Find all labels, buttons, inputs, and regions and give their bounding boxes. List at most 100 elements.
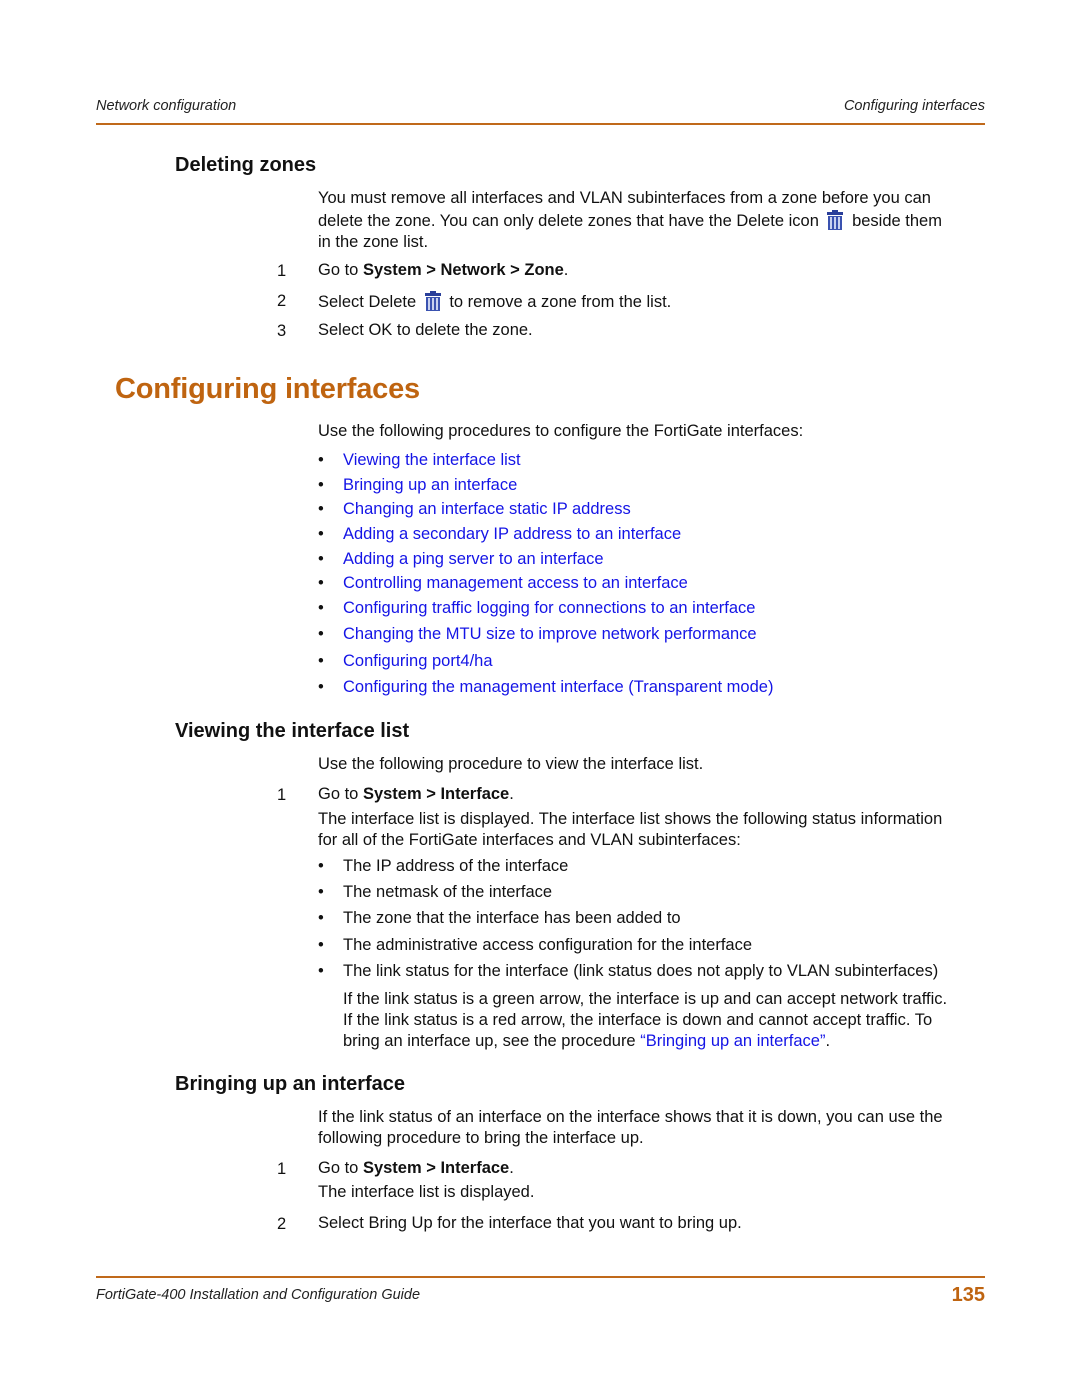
viewing-description: The interface list is displayed. The int…: [318, 809, 942, 851]
bullet-icon: •: [318, 525, 324, 543]
step-number: 3: [277, 322, 287, 340]
status-item: • The zone that the interface has been ad…: [318, 909, 681, 928]
intro-line: delete the zone. You can only delete zon…: [318, 209, 942, 232]
status-item: • The link status for the interface (link…: [318, 962, 938, 981]
bullet-icon: •: [318, 599, 324, 617]
link-controlling-management-access[interactable]: Controlling management access to an inte…: [343, 574, 688, 592]
step-select-bring-up: Select Bring Up for the interface that y…: [318, 1214, 742, 1232]
link-configuring-traffic-logging[interactable]: Configuring traffic logging for connecti…: [343, 599, 755, 617]
bullet-icon: •: [318, 574, 324, 592]
bringing-up-intro: If the link status of an interface on th…: [318, 1107, 943, 1149]
trash-icon: [423, 290, 443, 312]
link-changing-static-ip[interactable]: Changing an interface static IP address: [343, 500, 631, 518]
heading-deleting-zones: Deleting zones: [175, 154, 317, 176]
note-line: If the link status is a red arrow, the i…: [343, 1011, 933, 1029]
step-select-ok: Select OK to delete the zone.: [318, 321, 533, 339]
heading-viewing-interface-list: Viewing the interface list: [175, 720, 410, 742]
note-line: bring an interface up, see the procedure…: [343, 1031, 947, 1052]
status-item: • The administrative access configuration…: [318, 936, 752, 955]
bullet-icon: •: [318, 451, 324, 469]
link-changing-mtu[interactable]: Changing the MTU size to improve network…: [343, 625, 757, 643]
bullet-icon: •: [318, 883, 324, 901]
link-configuring-management-interface[interactable]: Configuring the management interface (Tr…: [343, 678, 773, 696]
toc-item: • Controlling management access to an int…: [318, 574, 688, 593]
link-configuring-port4-ha[interactable]: Configuring port4/ha: [343, 652, 493, 670]
menu-path: System > Network > Zone: [362, 261, 564, 279]
toc-item: • Adding a secondary IP address to an int…: [318, 525, 681, 544]
toc-item: • Changing an interface static IP address: [318, 500, 631, 519]
toc-item: • Bringing up an interface: [318, 476, 517, 495]
status-item-text: The IP address of the interface: [343, 857, 569, 875]
step-text: Go to: [318, 785, 363, 803]
description-line: for all of the FortiGate interfaces and …: [318, 831, 741, 849]
bullet-icon: •: [318, 476, 324, 494]
toc-item: • Configuring traffic logging for connect…: [318, 599, 755, 618]
deleting-zones-intro: You must remove all interfaces and VLAN …: [318, 188, 942, 253]
step-number: 1: [277, 1160, 287, 1178]
menu-path: System > Interface: [362, 1159, 510, 1177]
status-item: • The netmask of the interface: [318, 883, 552, 902]
toc-item: • Changing the MTU size to improve networ…: [318, 625, 757, 644]
intro-line: in the zone list.: [318, 233, 429, 251]
step-select-delete: Select Delete to remove a zone from the …: [318, 290, 671, 313]
link-bringing-up-interface[interactable]: Bringing up an interface: [343, 476, 517, 494]
step-text: .: [509, 1159, 514, 1177]
intro-text: delete the zone. You can only delete zon…: [318, 212, 819, 230]
step-text: Select Delete: [318, 293, 417, 311]
step-go-to-interface: Go to System > Interface. The interface …: [318, 1158, 534, 1203]
status-item: • The IP address of the interface: [318, 857, 568, 876]
step-text: to remove a zone from the list.: [449, 293, 672, 311]
heading-bringing-up-interface: Bringing up an interface: [175, 1073, 406, 1095]
step-go-to-interface: Go to System > Interface.: [318, 784, 514, 805]
intro-text: beside them: [852, 212, 942, 230]
step-go-to-zone: Go to System > Network > Zone.: [318, 260, 568, 281]
viewing-intro: Use the following procedure to view the …: [318, 755, 704, 773]
bullet-icon: •: [318, 857, 324, 875]
toc-item: • Adding a ping server to an interface: [318, 550, 604, 569]
bullet-icon: •: [318, 550, 324, 568]
bullet-icon: •: [318, 625, 324, 643]
bullet-icon: •: [318, 962, 324, 980]
status-item-text: The link status for the interface (link …: [343, 962, 939, 980]
status-item-text: The zone that the interface has been add…: [343, 909, 681, 927]
footer-rule: [96, 1276, 985, 1278]
bullet-icon: •: [318, 678, 324, 696]
toc-item: • Configuring the management interface (T…: [318, 678, 773, 697]
page-number: 135: [951, 1284, 985, 1306]
intro-line: If the link status of an interface on th…: [318, 1108, 943, 1126]
toc-item: • Viewing the interface list: [318, 451, 521, 470]
note-text: .: [825, 1032, 831, 1050]
configuring-intro: Use the following procedures to configur…: [318, 422, 804, 440]
running-header-chapter: Configuring interfaces: [843, 98, 985, 114]
link-adding-secondary-ip[interactable]: Adding a secondary IP address to an inte…: [343, 525, 681, 543]
step-number: 2: [277, 292, 287, 310]
link-viewing-interface-list[interactable]: Viewing the interface list: [343, 451, 521, 469]
header-rule: [96, 123, 985, 125]
step-text: .: [563, 261, 569, 279]
step-number: 2: [277, 1215, 287, 1233]
running-header-section: Network configuration: [96, 98, 237, 114]
bullet-icon: •: [318, 936, 324, 954]
step-result: The interface list is displayed.: [318, 1183, 535, 1201]
step-number: 1: [277, 786, 287, 804]
bullet-icon: •: [318, 652, 324, 670]
note-text: bring an interface up, see the procedure: [343, 1032, 641, 1050]
intro-line: You must remove all interfaces and VLAN …: [318, 189, 931, 207]
bullet-icon: •: [318, 909, 324, 927]
link-adding-ping-server[interactable]: Adding a ping server to an interface: [343, 550, 604, 568]
toc-item: • Configuring port4/ha: [318, 652, 493, 671]
step-number: 1: [277, 262, 287, 280]
heading-configuring-interfaces: Configuring interfaces: [115, 373, 420, 405]
link-status-note: If the link status is a green arrow, the…: [343, 989, 947, 1052]
link-bringing-up-interface-ref[interactable]: “Bringing up an interface”: [640, 1032, 825, 1050]
step-text: Go to: [318, 1159, 363, 1177]
status-item-text: The administrative access configuration …: [343, 936, 753, 954]
trash-icon: [825, 209, 845, 231]
footer-guide-title: FortiGate-400 Installation and Configura…: [96, 1287, 421, 1303]
step-text: .: [509, 785, 514, 803]
status-item-text: The netmask of the interface: [343, 883, 553, 901]
menu-path: System > Interface: [362, 785, 510, 803]
step-text: Go to: [318, 261, 363, 279]
description-line: The interface list is displayed. The int…: [318, 810, 943, 828]
note-line: If the link status is a green arrow, the…: [343, 990, 948, 1008]
